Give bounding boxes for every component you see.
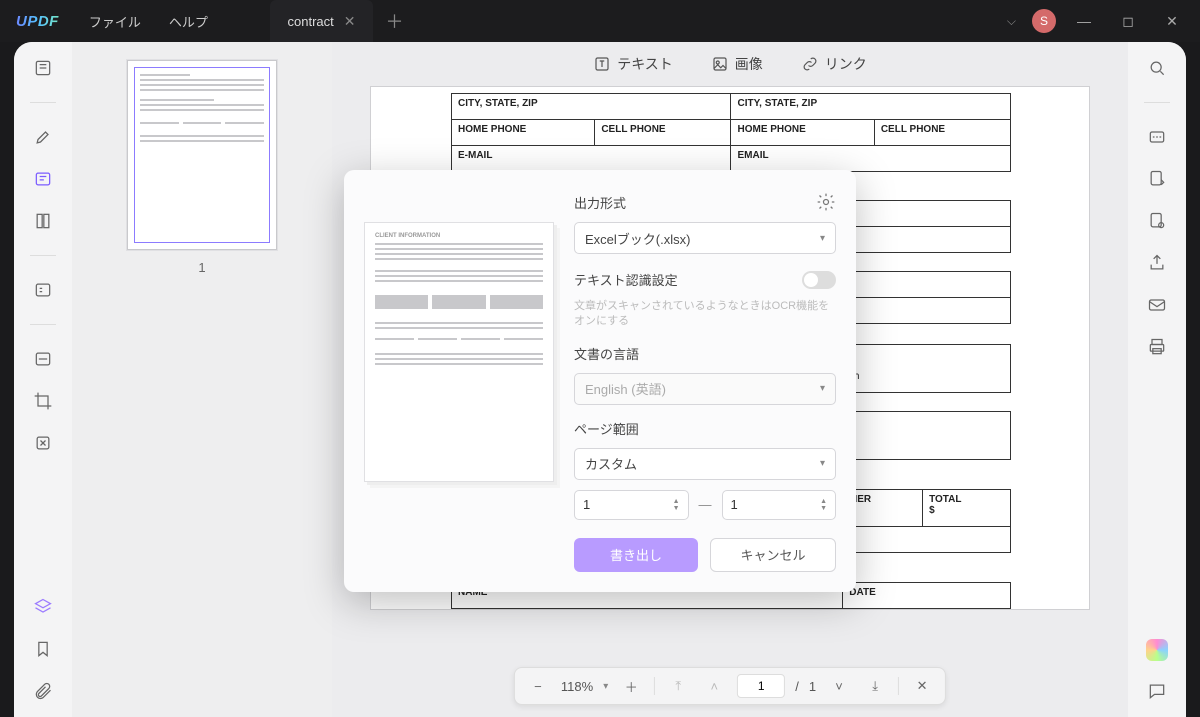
layers-icon[interactable] (31, 595, 55, 619)
form-icon[interactable] (31, 278, 55, 302)
minimize-button[interactable]: — (1062, 0, 1106, 42)
tab-add-button[interactable]: ＋ (373, 8, 415, 34)
format-label: 出力形式 (574, 193, 626, 212)
bookmark-icon[interactable] (31, 637, 55, 661)
highlight-icon[interactable] (31, 125, 55, 149)
tab-bar: contract ✕ ＋ (230, 0, 416, 42)
zoom-in-button[interactable]: ＋ (618, 673, 644, 699)
range-to-input[interactable]: 1▲▼ (722, 490, 837, 520)
print-icon[interactable] (1145, 335, 1169, 359)
prev-page-button[interactable]: ˄ (701, 673, 727, 699)
redact-icon[interactable] (31, 347, 55, 371)
ocr-icon[interactable] (1145, 125, 1169, 149)
edit-tabs: テキスト 画像 リンク (593, 42, 867, 86)
ocr-label: テキスト認識設定 (574, 270, 678, 289)
ocr-toggle[interactable] (802, 271, 836, 289)
maximize-button[interactable]: ◻ (1106, 0, 1150, 42)
export-button[interactable]: 書き出し (574, 538, 698, 572)
last-page-button[interactable]: ⤓ (862, 673, 888, 699)
pages-icon[interactable] (31, 209, 55, 233)
tab-blank[interactable] (230, 0, 270, 42)
right-rail (1128, 42, 1186, 717)
range-label: ページ範囲 (574, 419, 836, 438)
compress-icon[interactable] (31, 431, 55, 455)
cell-city-1: CITY, STATE, ZIP (452, 94, 731, 120)
menu-help[interactable]: ヘルプ (155, 12, 222, 31)
app-logo: UPDF (0, 13, 75, 30)
export-dialog: CLIENT INFORMATION 出力形式 Excelブック(.xlsx)▾… (344, 170, 856, 592)
tab-label: contract (288, 14, 334, 29)
edit-tab-image[interactable]: 画像 (711, 54, 763, 74)
chevron-down-icon[interactable]: ⌵ (1007, 14, 1016, 29)
thumbnail-page-1[interactable] (127, 60, 277, 250)
page-total: 1 (809, 679, 816, 694)
email-icon[interactable] (1145, 293, 1169, 317)
dialog-preview: CLIENT INFORMATION (364, 222, 554, 482)
range-from-input[interactable]: 1▲▼ (574, 490, 689, 520)
convert-icon[interactable] (1145, 167, 1169, 191)
edit-tab-text[interactable]: テキスト (593, 54, 673, 74)
protect-icon[interactable] (1145, 209, 1169, 233)
language-select[interactable]: English (英語)▾ (574, 373, 836, 405)
thumbnail-panel: 1 (72, 42, 332, 717)
comment-icon[interactable] (1145, 679, 1169, 703)
search-icon[interactable] (1145, 56, 1169, 80)
page-input[interactable] (737, 674, 785, 698)
crop-icon[interactable] (31, 389, 55, 413)
menu-file[interactable]: ファイル (75, 12, 155, 31)
cell-city-2: CITY, STATE, ZIP (731, 94, 1011, 120)
zoom-value[interactable]: 118% (561, 679, 593, 694)
ai-icon[interactable] (1146, 639, 1168, 661)
zoom-bar: − 118% ▾ ＋ ⤒ ˄ /1 ˅ ⤓ ✕ (514, 667, 946, 705)
range-dash: — (699, 497, 712, 512)
range-select[interactable]: カスタム▾ (574, 448, 836, 480)
first-page-button[interactable]: ⤒ (665, 673, 691, 699)
language-label: 文書の言語 (574, 344, 836, 363)
attachment-icon[interactable] (31, 679, 55, 703)
gear-icon[interactable] (816, 192, 836, 212)
edit-text-icon[interactable] (31, 167, 55, 191)
cancel-button[interactable]: キャンセル (710, 538, 836, 572)
edit-tab-link[interactable]: リンク (801, 54, 867, 74)
share-icon[interactable] (1145, 251, 1169, 275)
reader-icon[interactable] (31, 56, 55, 80)
avatar[interactable]: S (1032, 9, 1056, 33)
left-rail (14, 42, 72, 717)
format-select[interactable]: Excelブック(.xlsx)▾ (574, 222, 836, 254)
close-button[interactable]: ✕ (1150, 0, 1194, 42)
tab-contract[interactable]: contract ✕ (270, 0, 374, 42)
zoom-out-button[interactable]: − (525, 673, 551, 699)
close-zoombar-button[interactable]: ✕ (909, 673, 935, 699)
next-page-button[interactable]: ˅ (826, 673, 852, 699)
thumbnail-page-number: 1 (198, 260, 205, 275)
ocr-hint: 文章がスキャンされているようなときはOCR機能をオンにする (574, 299, 836, 330)
titlebar: UPDF ファイル ヘルプ contract ✕ ＋ ⌵ S — ◻ ✕ (0, 0, 1200, 42)
close-icon[interactable]: ✕ (344, 13, 356, 30)
